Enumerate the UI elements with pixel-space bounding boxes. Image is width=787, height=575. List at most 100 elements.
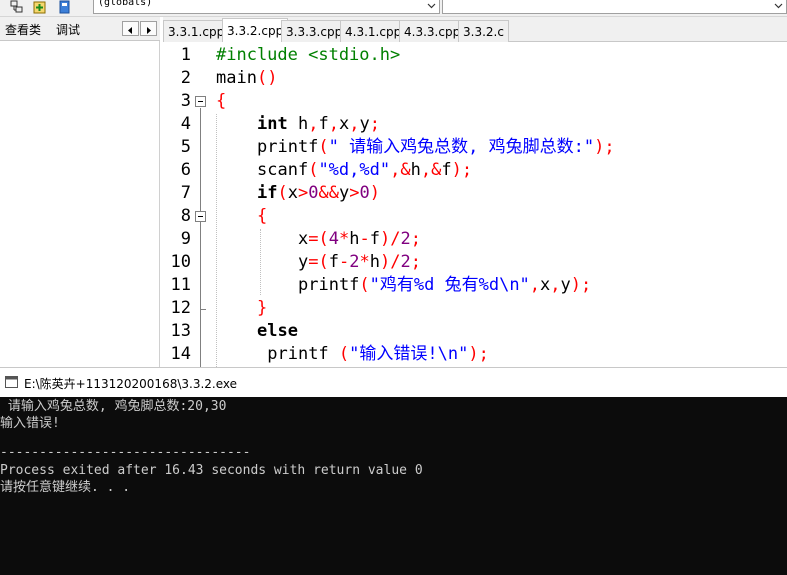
code-line-5: printf(" 请输入鸡兔总数, 鸡兔脚总数:");	[216, 136, 615, 159]
console-line: 请按任意键继续. . .	[0, 480, 131, 495]
code-token: f	[328, 252, 339, 272]
code-token: >	[297, 183, 309, 203]
add-class-icon[interactable]	[33, 0, 47, 14]
code-token: x	[287, 183, 298, 203]
line-number: 7	[180, 183, 191, 203]
chevron-down-icon	[774, 3, 783, 9]
code-line-7: if(x>0&&y>0)	[216, 182, 380, 205]
code-token: ,	[390, 160, 401, 180]
line-number: 14	[170, 344, 191, 364]
code-token: >	[349, 183, 360, 203]
code-token: int	[257, 114, 288, 134]
fold-toggle-if[interactable]	[195, 211, 206, 222]
code-token: x	[338, 114, 350, 134]
code-token: -	[339, 252, 350, 272]
function-combo[interactable]	[442, 0, 787, 14]
code-token: &	[318, 183, 329, 203]
tab-3-3-2-c[interactable]: 3.3.2.c	[458, 20, 509, 42]
code-token: ,	[308, 114, 319, 134]
code-token: )	[594, 137, 605, 157]
tab-3-3-1-cpp[interactable]: 3.3.1.cpp	[163, 20, 230, 42]
code-token: )	[380, 252, 391, 272]
line-number: 6	[180, 160, 191, 180]
line-number: 3	[180, 91, 191, 111]
line-number: 10	[170, 252, 191, 272]
code-token: ,	[420, 160, 432, 180]
tab-4-3-3-cpp[interactable]: 4.3.3.cpp	[399, 20, 466, 42]
tab-scroll-right-button[interactable]	[140, 21, 157, 36]
tab-class-view[interactable]: 查看类	[5, 21, 41, 38]
tab-4-3-1-cpp[interactable]: 4.3.1.cpp	[340, 20, 407, 42]
scope-combo[interactable]: (globals)	[93, 0, 440, 14]
code-line-13: else	[216, 320, 298, 343]
code-token: *	[339, 229, 350, 249]
line-number: 2	[180, 68, 191, 88]
code-token: 0	[308, 183, 319, 203]
tab-scroll-left-button[interactable]	[122, 21, 139, 36]
code-token: ,	[529, 275, 541, 295]
line-number: 4	[180, 114, 191, 134]
code-token: )	[468, 344, 479, 364]
tab-debug[interactable]: 调试	[56, 21, 80, 38]
code-line-12: }	[216, 297, 267, 320]
file-icon[interactable]	[58, 0, 72, 14]
code-token: y	[338, 183, 350, 203]
console-app-icon	[5, 376, 18, 388]
code-token: ;	[478, 344, 489, 364]
code-token: )	[380, 229, 391, 249]
code-token: ,	[349, 114, 360, 134]
code-token: (	[338, 344, 350, 364]
code-editor[interactable]: 1 2 3 4 5 6 7 8 9 10 11 12 13 14 #includ…	[163, 42, 787, 367]
console-output[interactable]: 请输入鸡兔总数, 鸡兔脚总数:20,30 输入错误! -------------…	[0, 397, 787, 575]
fold-end-marker	[200, 309, 206, 310]
code-token: {	[257, 206, 268, 226]
console-line: Process exited after 16.43 seconds with …	[0, 463, 423, 478]
panel-tabs: 查看类 调试	[0, 17, 160, 41]
code-token: 0	[359, 183, 370, 203]
code-line-10: y=(f-2*h)/2;	[216, 251, 421, 274]
code-token: (	[256, 68, 268, 88]
line-number-gutter: 1 2 3 4 5 6 7 8 9 10 11 12 13 14	[163, 42, 211, 367]
file-tab-bar: 3.3.1.cpp 3.3.2.cpp 3.3.3.cpp 4.3.1.cpp …	[163, 17, 787, 42]
code-token: =	[308, 252, 319, 272]
code-token: )	[267, 68, 278, 88]
code-token: &	[328, 183, 339, 203]
code-token: "输入错误!\n"	[349, 344, 469, 364]
fold-toggle-main[interactable]	[195, 96, 206, 107]
line-number: 5	[180, 137, 191, 157]
code-token: ;	[410, 229, 421, 249]
arrow-right-icon	[147, 27, 151, 34]
tab-3-3-3-cpp[interactable]: 3.3.3.cpp	[281, 20, 348, 42]
code-line-8: {	[216, 205, 267, 228]
class-view-icon[interactable]	[10, 0, 24, 14]
code-token: ,	[550, 275, 561, 295]
console-title: E:\陈英卉+113120200168\3.3.2.exe	[24, 377, 238, 391]
tab-3-3-2-cpp[interactable]: 3.3.2.cpp	[222, 18, 289, 42]
code-token: &	[400, 160, 411, 180]
code-token: *	[359, 252, 370, 272]
code-token: h	[349, 229, 360, 249]
line-number: 13	[170, 321, 191, 341]
code-line-2: main()	[216, 67, 277, 90]
